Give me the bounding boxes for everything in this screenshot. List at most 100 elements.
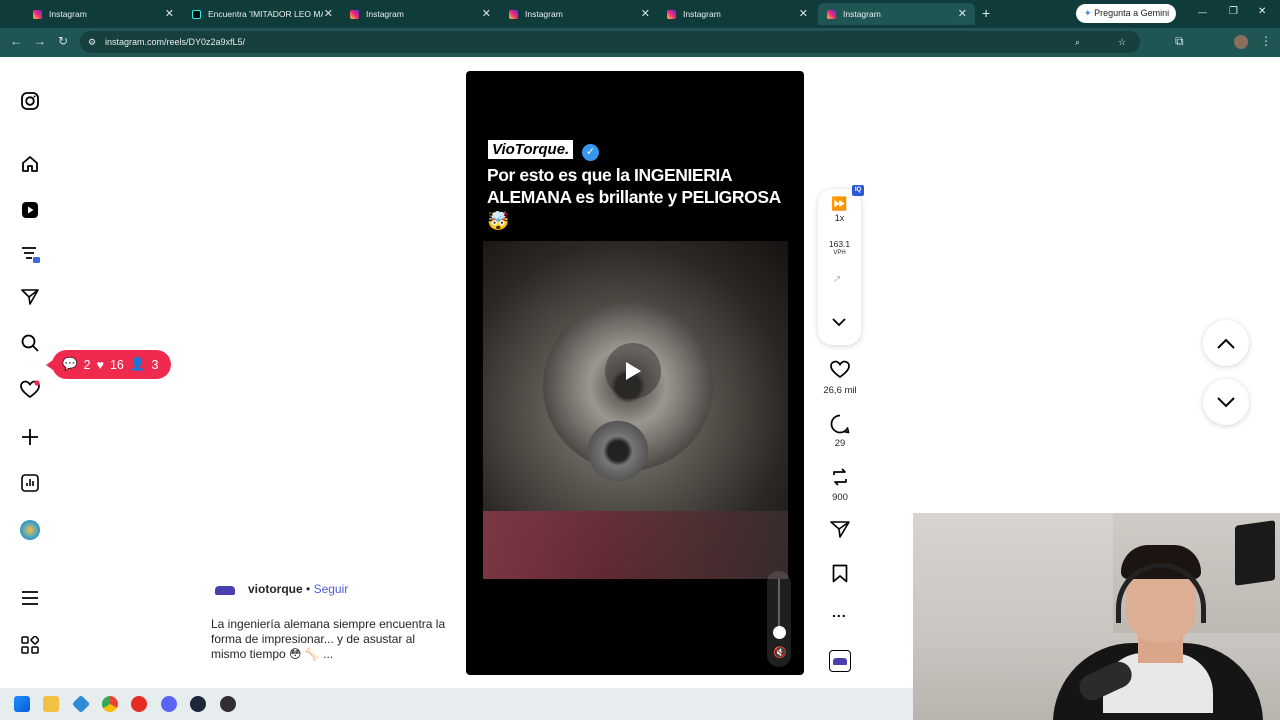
new-tab-button[interactable]: + — [982, 5, 990, 21]
close-window-button[interactable]: ✕ — [1258, 6, 1266, 17]
windows-taskbar — [0, 688, 913, 720]
chrome-icon[interactable] — [102, 696, 118, 712]
gemini-label: Pregunta a Gemini — [1094, 8, 1170, 18]
author-separator: • — [306, 582, 311, 596]
follow-button[interactable]: Seguir — [314, 582, 349, 596]
obs-icon[interactable] — [220, 696, 236, 712]
instagram-icon — [33, 9, 42, 19]
playback-speed[interactable]: 1x — [818, 213, 861, 223]
filter-feed-icon[interactable] — [20, 244, 40, 264]
tab-1[interactable]: Encuentra 'IMITADOR LEO MA ✕ — [183, 3, 341, 25]
next-reel-button[interactable] — [1203, 379, 1249, 425]
tab-2[interactable]: Instagram ✕ — [341, 3, 499, 25]
tiktok-icon — [192, 9, 201, 19]
webcam-overlay — [913, 513, 1280, 720]
youtube-music-icon[interactable] — [131, 696, 147, 712]
steam-icon[interactable] — [190, 696, 206, 712]
volume-thumb[interactable] — [773, 626, 786, 639]
minimize-button[interactable]: — — [1198, 7, 1207, 17]
app-icon[interactable] — [71, 694, 91, 714]
chevron-down-icon[interactable] — [832, 314, 846, 332]
play-icon — [626, 362, 641, 380]
close-tab-icon[interactable]: ✕ — [641, 7, 650, 20]
reload-icon[interactable]: ↻ — [58, 34, 68, 48]
video-frame[interactable] — [483, 241, 788, 579]
activity-notification-pill[interactable]: 💬 2 ♥ 16 👤 3 — [46, 350, 171, 379]
discord-icon[interactable] — [161, 696, 177, 712]
author-avatar[interactable] — [212, 580, 237, 600]
more-options-button[interactable]: ... — [832, 604, 847, 620]
save-button-icon[interactable] — [832, 564, 848, 588]
browser-tab-bar: Instagram ✕ Encuentra 'IMITADOR LEO MA ✕… — [0, 0, 1280, 28]
tab-title: Instagram — [366, 9, 404, 19]
extension-badge: IQ — [852, 185, 864, 196]
share-button-icon[interactable] — [830, 520, 850, 544]
restore-button[interactable]: ❐ — [1229, 6, 1238, 17]
search-icon[interactable] — [20, 333, 40, 353]
profile-avatar[interactable] — [1234, 35, 1248, 49]
tab-title: Instagram — [49, 9, 87, 19]
like-count: 16 — [109, 357, 124, 372]
like-icon: ♥ — [96, 357, 104, 372]
dashboard-icon[interactable] — [20, 473, 40, 493]
more-menu-icon[interactable] — [20, 588, 40, 608]
forward-icon[interactable]: → — [34, 34, 46, 48]
tab-0[interactable]: Instagram ✕ — [24, 3, 182, 25]
comment-count: 29 — [834, 438, 846, 449]
headline-emoji: 🤯 — [487, 211, 510, 231]
url-field[interactable]: ⚙ instagram.com/reels/DY0z2a9xfL5/ ⌕ ☆ — [80, 31, 1140, 53]
tab-5-active[interactable]: Instagram ✕ — [818, 3, 975, 25]
reels-icon[interactable] — [20, 200, 40, 220]
close-tab-icon[interactable]: ✕ — [165, 7, 174, 20]
play-button[interactable] — [605, 343, 661, 399]
close-tab-icon[interactable]: ✕ — [958, 7, 967, 20]
previous-reel-button[interactable] — [1203, 320, 1249, 366]
home-icon[interactable] — [20, 154, 40, 174]
close-tab-icon[interactable]: ✕ — [324, 7, 333, 20]
like-button-icon[interactable] — [830, 360, 850, 384]
comment-button-icon[interactable] — [830, 414, 850, 439]
close-tab-icon[interactable]: ✕ — [482, 7, 491, 20]
back-icon[interactable]: ← — [10, 34, 22, 48]
brand-watermark: VioTorque. — [488, 140, 574, 159]
headline-text: Por esto es que la INGENIERIA ALEMANA es… — [487, 165, 781, 207]
tab-4[interactable]: Instagram ✕ — [658, 3, 816, 25]
volume-slider[interactable]: 🔇 — [767, 571, 791, 667]
comment-icon: 💬 — [62, 357, 78, 371]
reel-video-player[interactable]: VioTorque. ✓ Por esto es que la INGENIER… — [466, 71, 804, 675]
audio-thumbnail[interactable] — [829, 650, 851, 672]
instagram-icon — [827, 9, 836, 19]
site-info-icon[interactable]: ⚙ — [88, 31, 96, 53]
instagram-icon — [350, 9, 359, 19]
repost-button-icon[interactable] — [830, 467, 850, 492]
notifications-heart-icon[interactable] — [20, 380, 40, 400]
direct-messages-icon[interactable] — [20, 287, 40, 307]
also-from-meta-icon[interactable] — [20, 635, 40, 655]
address-bar-row: ← → ↻ ⚙ instagram.com/reels/DY0z2a9xfL5/… — [0, 28, 1280, 57]
bookmark-star-icon[interactable]: ☆ — [1118, 31, 1126, 53]
close-tab-icon[interactable]: ✕ — [799, 7, 808, 20]
like-count: 26,6 mil — [823, 385, 857, 396]
windows-start-icon[interactable] — [14, 696, 30, 712]
instagram-logo-icon[interactable] — [20, 91, 40, 111]
file-explorer-icon[interactable] — [43, 696, 59, 712]
reel-caption[interactable]: La ingeniería alemana siempre encuentra … — [211, 617, 451, 662]
tab-title: Instagram — [525, 9, 563, 19]
extensions-icon[interactable]: ⧉ — [1175, 34, 1184, 49]
comment-count: 2 — [83, 357, 91, 372]
follower-icon: 👤 — [129, 357, 146, 371]
profile-avatar-icon[interactable] — [20, 520, 40, 540]
tab-3[interactable]: Instagram ✕ — [500, 3, 658, 25]
follower-count: 3 — [151, 357, 159, 372]
zoom-icon[interactable]: ⌕ — [1075, 31, 1080, 53]
gemini-button[interactable]: ✦ Pregunta a Gemini — [1076, 4, 1176, 23]
mute-speaker-icon[interactable]: 🔇 — [773, 646, 787, 659]
author-username[interactable]: viotorque — [248, 582, 303, 596]
chevron-down-icon — [1217, 396, 1235, 407]
red-base — [483, 511, 788, 579]
create-plus-icon[interactable] — [20, 427, 40, 447]
menu-dots-icon[interactable]: ⋮ — [1260, 34, 1272, 48]
car-thumbnail-icon — [833, 657, 847, 665]
trend-icon: ↗ — [833, 274, 842, 285]
fast-forward-icon[interactable]: ⏩ — [831, 196, 847, 212]
